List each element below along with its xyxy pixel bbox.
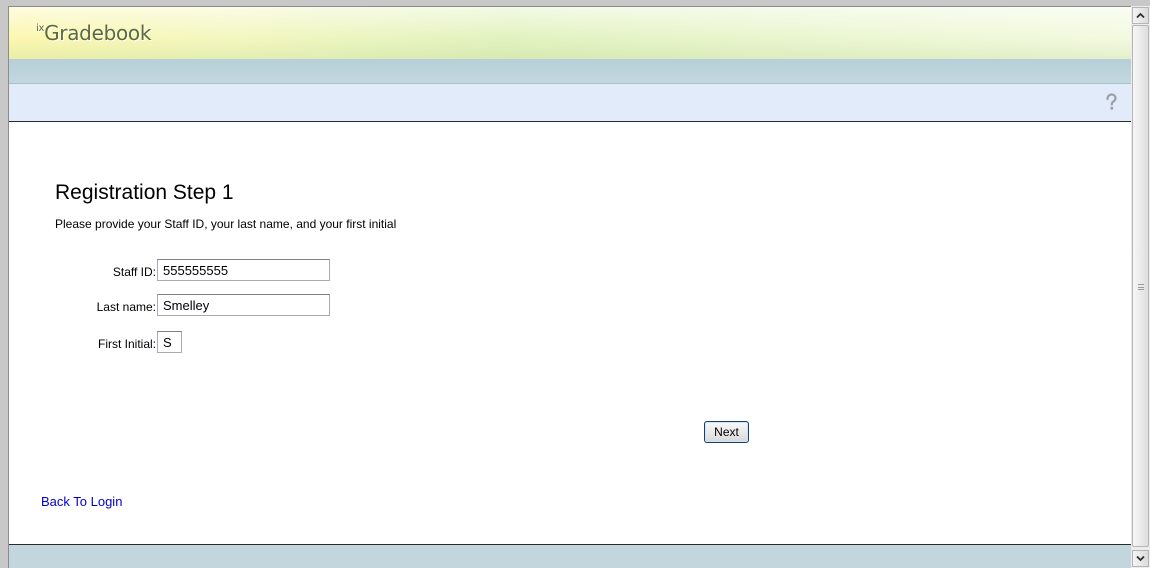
grip-icon <box>1138 284 1144 290</box>
nav-bar <box>9 59 1131 84</box>
logo-prefix: ix <box>36 23 45 34</box>
browser-window: ixGradebook Registration Step 1 Please p… <box>0 0 1150 568</box>
page-footer <box>9 544 1131 568</box>
page-subtitle: Please provide your Staff ID, your last … <box>55 217 397 231</box>
last-name-input[interactable] <box>157 294 330 316</box>
toolbar <box>9 84 1131 122</box>
app-logo: ixGradebook <box>36 21 151 45</box>
next-button[interactable]: Next <box>704 421 749 443</box>
scroll-up-button[interactable] <box>1132 7 1149 24</box>
back-to-login-link[interactable]: Back To Login <box>41 494 122 509</box>
vertical-scrollbar[interactable] <box>1131 6 1150 568</box>
page-title: Registration Step 1 <box>55 181 234 204</box>
chevron-up-icon <box>1136 12 1145 19</box>
staff-id-label: Staff ID: <box>112 265 156 279</box>
staff-id-row: Staff ID: <box>9 259 156 285</box>
first-initial-label: First Initial: <box>97 337 156 351</box>
scroll-thumb[interactable] <box>1132 25 1149 547</box>
first-initial-input[interactable] <box>157 331 182 353</box>
page-viewport: ixGradebook Registration Step 1 Please p… <box>8 6 1131 568</box>
question-mark-icon[interactable] <box>1103 93 1119 111</box>
registration-panel: Registration Step 1 Please provide your … <box>9 122 1131 542</box>
first-initial-row: First Initial: <box>9 331 156 357</box>
logo-text: Gradebook <box>44 21 152 45</box>
last-name-row: Last name: <box>9 294 156 320</box>
chevron-down-icon <box>1136 555 1145 562</box>
scroll-down-button[interactable] <box>1132 550 1149 567</box>
staff-id-input[interactable] <box>157 259 330 281</box>
last-name-label: Last name: <box>96 300 156 314</box>
app-header: ixGradebook <box>9 7 1131 59</box>
